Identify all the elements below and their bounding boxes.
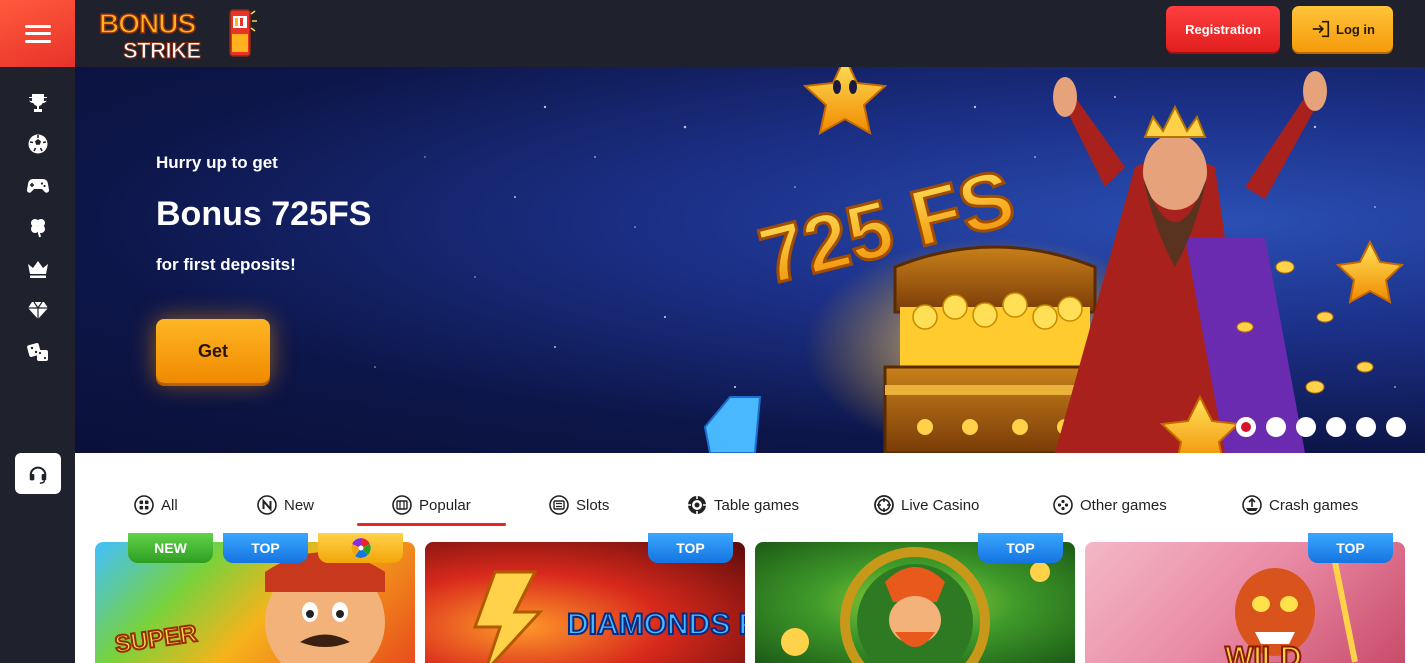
promo-banner[interactable]: Hurry up to get Bonus 725FS for first de…	[75, 67, 1425, 453]
crown-icon[interactable]	[22, 253, 54, 285]
slider-dot-4[interactable]	[1326, 417, 1346, 437]
star-character-icon	[802, 67, 888, 135]
fortune-wheel-icon	[350, 538, 371, 558]
banner-illustration: 725 FS	[703, 67, 1405, 453]
live-casino-icon	[874, 495, 894, 515]
tab-label: Table games	[714, 496, 800, 514]
slot-machine-logo-icon	[229, 9, 257, 57]
slider-dot-6[interactable]	[1386, 417, 1406, 437]
badge-wheel	[318, 533, 403, 563]
clover-icon[interactable]	[22, 211, 54, 243]
game-1-title: SUPER	[113, 620, 199, 658]
sidebar	[0, 67, 75, 663]
slider-dot-3[interactable]	[1296, 417, 1316, 437]
badge-top: TOP	[1308, 533, 1393, 563]
other-games-icon	[1053, 495, 1073, 515]
gamepad-icon[interactable]	[22, 169, 54, 201]
active-tab-indicator	[357, 523, 506, 526]
tab-popular[interactable]: Popular	[392, 492, 471, 518]
slider-dot-1[interactable]	[1236, 417, 1256, 437]
bonus-strike-logo[interactable]: BONUS STRIKE	[97, 4, 267, 64]
dice-icon[interactable]	[22, 336, 54, 368]
logo-line1: BONUS	[98, 7, 197, 40]
slot-icon	[549, 495, 569, 515]
login-label: Log in	[1336, 21, 1375, 37]
tab-label: Popular	[419, 496, 471, 514]
trophy-icon[interactable]	[22, 87, 54, 119]
tab-label: Other games	[1080, 496, 1167, 514]
logo-line2: STRIKE	[123, 38, 202, 64]
badge-new: NEW	[128, 533, 213, 563]
new-circle-icon	[257, 495, 277, 515]
tab-slots[interactable]: Slots	[549, 492, 609, 518]
game-4-title: WILD	[1225, 641, 1302, 663]
tab-label: New	[284, 496, 315, 514]
tab-live-casino[interactable]: Live Casino	[874, 492, 979, 518]
top-header: BONUS STRIKE Registration Log in	[75, 0, 1425, 67]
slider-dot-2[interactable]	[1266, 417, 1286, 437]
headset-icon	[29, 466, 47, 484]
game-category-tabs: All New Popular Slots Table games Live C…	[75, 480, 1425, 530]
banner-subtitle: Hurry up to get	[156, 153, 278, 172]
banner-title: Bonus 725FS	[156, 195, 372, 233]
login-icon	[1312, 20, 1330, 38]
tab-table-games[interactable]: Table games	[687, 492, 799, 518]
tab-label: Slots	[576, 496, 610, 514]
slider-dot-5[interactable]	[1356, 417, 1376, 437]
soccer-ball-icon[interactable]	[22, 128, 54, 160]
badge-top: TOP	[978, 533, 1063, 563]
menu-toggle-button[interactable]	[0, 0, 75, 67]
badge-top: TOP	[223, 533, 308, 563]
tab-other-games[interactable]: Other games	[1053, 492, 1167, 518]
get-bonus-button[interactable]: Get	[156, 319, 270, 383]
diamond-icon[interactable]	[22, 294, 54, 326]
crash-games-icon	[1242, 495, 1262, 515]
table-games-icon	[688, 496, 706, 514]
tab-crash-games[interactable]: Crash games	[1242, 492, 1358, 518]
tab-new[interactable]: New	[257, 492, 314, 518]
tab-label: All	[161, 496, 178, 514]
tab-label: Crash games	[1269, 496, 1359, 514]
banner-note: for first deposits!	[156, 255, 296, 274]
slider-pagination	[1236, 417, 1406, 437]
hamburger-icon	[24, 24, 51, 43]
registration-button[interactable]: Registration	[1166, 6, 1280, 52]
tab-all[interactable]: All	[134, 492, 178, 518]
grid-icon	[134, 495, 154, 515]
popular-icon	[392, 495, 412, 515]
game-2-title: DIAMONDS POWER	[567, 608, 745, 641]
badge-top: TOP	[648, 533, 733, 563]
login-button[interactable]: Log in	[1292, 6, 1393, 52]
tab-label: Live Casino	[901, 496, 980, 514]
support-button[interactable]	[15, 453, 61, 494]
